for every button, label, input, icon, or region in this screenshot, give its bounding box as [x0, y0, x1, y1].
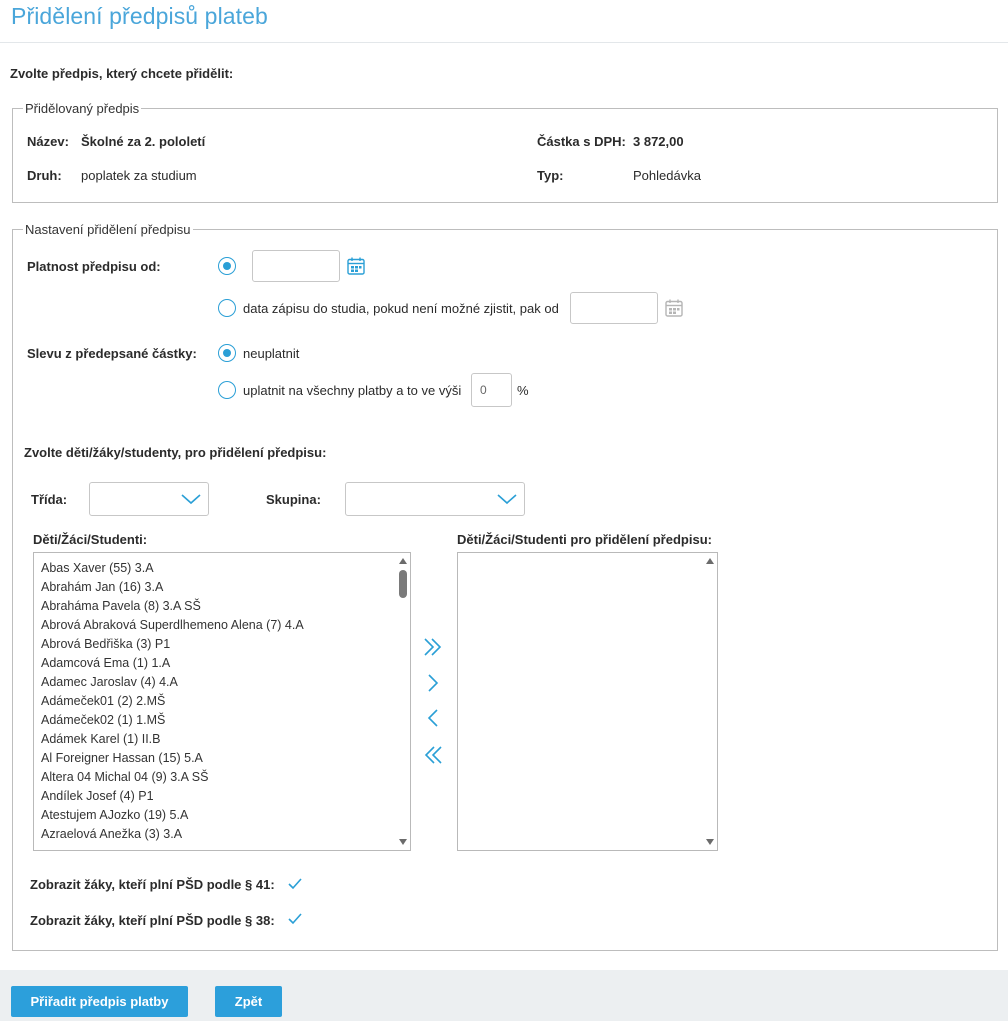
- page-title: Přidělení předpisů plateb: [11, 3, 268, 29]
- back-button[interactable]: Zpět: [215, 986, 282, 1017]
- move-all-right-icon[interactable]: [421, 635, 445, 659]
- intro-text: Zvolte předpis, který chcete přidělit:: [10, 66, 234, 81]
- enrollment-fallback-date-input[interactable]: [570, 292, 658, 324]
- list-item[interactable]: Adamec Jaroslav (4) 4.A: [41, 673, 394, 692]
- available-students-list[interactable]: Abas Xaver (55) 3.A Abrahám Jan (16) 3.A A…: [33, 552, 411, 851]
- list-item[interactable]: Adámeček02 (1) 1.MŠ: [41, 711, 394, 730]
- check-icon[interactable]: [287, 877, 303, 891]
- footer-bar: Přiřadit předpis platby Zpět: [0, 970, 1008, 1021]
- discount-unit: %: [517, 383, 529, 398]
- settings-legend: Nastavení přidělení předpisu: [25, 222, 191, 237]
- list-item[interactable]: Adamcová Ema (1) 1.A: [41, 654, 394, 673]
- selected-list-scrollbar[interactable]: [703, 553, 717, 850]
- selected-list-label: Děti/Žáci/Studenti pro přidělení předpis…: [457, 532, 712, 547]
- students-heading: Zvolte děti/žáky/studenty, pro přidělení…: [24, 445, 327, 460]
- show-38-label: Zobrazit žáky, kteří plní PŠD podle § 38…: [30, 913, 275, 928]
- validity-enrollment-label: data zápisu do studia, pokud není možné …: [243, 301, 559, 316]
- validity-enrollment-radio[interactable]: [218, 299, 236, 317]
- check-icon[interactable]: [287, 912, 303, 926]
- validity-date-input[interactable]: [252, 250, 340, 282]
- scroll-up-icon[interactable]: [706, 558, 714, 564]
- list-item[interactable]: Al Foreigner Hassan (15) 5.A: [41, 749, 394, 768]
- calendar-icon-disabled[interactable]: [665, 299, 683, 317]
- list-item[interactable]: Abas Xaver (55) 3.A: [41, 559, 394, 578]
- group-select[interactable]: [345, 482, 525, 516]
- name-value: Školné za 2. pololetí: [81, 134, 206, 149]
- selected-students-list[interactable]: [457, 552, 718, 851]
- list-item[interactable]: Abrahám Jan (16) 3.A: [41, 578, 394, 597]
- assigned-prescription-panel: Přidělovaný předpis: [12, 101, 998, 203]
- group-label: Skupina:: [266, 492, 321, 507]
- move-right-icon[interactable]: [421, 671, 445, 695]
- discount-none-label: neuplatnit: [243, 346, 300, 361]
- discount-apply-label: uplatnit na všechny platby a to ve výši: [243, 383, 462, 398]
- list-item[interactable]: Altera 04 Michal 04 (9) 3.A SŠ: [41, 768, 394, 787]
- move-left-icon[interactable]: [421, 706, 445, 730]
- list-item[interactable]: Abraháma Pavela (8) 3.A SŠ: [41, 597, 394, 616]
- discount-label: Slevu z předepsané částky:: [27, 346, 197, 361]
- assign-prescription-button[interactable]: Přiřadit předpis platby: [11, 986, 188, 1017]
- list-item[interactable]: Azraelová Anežka (3) 3.A: [41, 825, 394, 844]
- amount-label: Částka s DPH:: [537, 134, 626, 149]
- list-item[interactable]: Abrová Bedřiška (3) P1: [41, 635, 394, 654]
- class-select[interactable]: [89, 482, 209, 516]
- show-41-label: Zobrazit žáky, kteří plní PŠD podle § 41…: [30, 877, 275, 892]
- type-label: Typ:: [537, 168, 564, 183]
- title-divider: [0, 42, 1008, 43]
- list-item[interactable]: Andílek Josef (4) P1: [41, 787, 394, 806]
- discount-none-radio[interactable]: [218, 344, 236, 362]
- scroll-down-icon[interactable]: [399, 839, 407, 845]
- move-all-left-icon[interactable]: [421, 743, 445, 767]
- amount-value: 3 872,00: [633, 134, 684, 149]
- scroll-up-icon[interactable]: [399, 558, 407, 564]
- name-label: Název:: [27, 134, 69, 149]
- class-label: Třída:: [31, 492, 68, 507]
- available-list-scrollbar[interactable]: [396, 553, 410, 850]
- list-item[interactable]: Adámeček01 (2) 2.MŠ: [41, 692, 394, 711]
- list-item[interactable]: Adámek Karel (1) II.B: [41, 730, 394, 749]
- available-list-label: Děti/Žáci/Studenti:: [33, 532, 148, 547]
- discount-apply-radio[interactable]: [218, 381, 236, 399]
- discount-percent-input[interactable]: [471, 373, 512, 407]
- calendar-icon[interactable]: [347, 257, 365, 275]
- validity-label: Platnost předpisu od:: [27, 259, 161, 274]
- type-value: Pohledávka: [633, 168, 701, 183]
- validity-from-date-radio[interactable]: [218, 257, 236, 275]
- kind-value: poplatek za studium: [81, 168, 197, 183]
- scroll-thumb[interactable]: [399, 570, 407, 598]
- assigned-legend: Přidělovaný předpis: [25, 101, 140, 116]
- list-item[interactable]: Atestujem AJozko (19) 5.A: [41, 806, 394, 825]
- chevron-down-icon: [497, 494, 517, 505]
- list-item[interactable]: Abrová Abraková Superdlhemeno Alena (7) …: [41, 616, 394, 635]
- scroll-down-icon[interactable]: [706, 839, 714, 845]
- kind-label: Druh:: [27, 168, 62, 183]
- chevron-down-icon: [181, 494, 201, 505]
